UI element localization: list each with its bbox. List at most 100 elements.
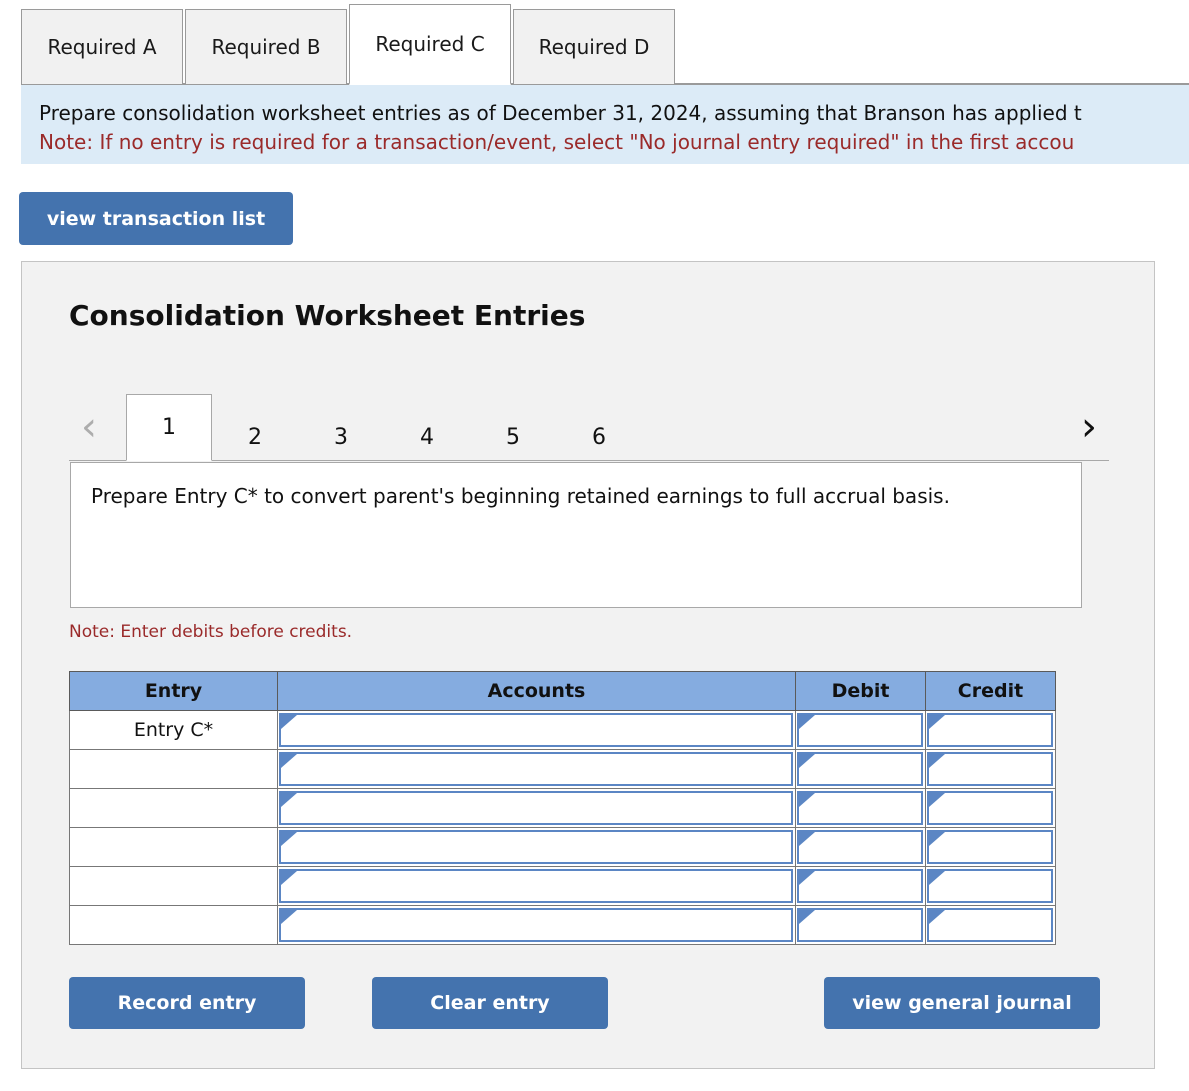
column-header-entry: Entry bbox=[69, 671, 278, 711]
record-entry-button[interactable]: Record entry bbox=[69, 977, 305, 1029]
question-box: Prepare Entry C* to convert parent's beg… bbox=[70, 462, 1082, 608]
account-select-2[interactable] bbox=[279, 752, 793, 786]
table-header-row: Entry Accounts Debit Credit bbox=[69, 671, 1056, 711]
dropdown-triangle-icon bbox=[929, 910, 945, 924]
account-select-4[interactable] bbox=[279, 830, 793, 864]
column-header-credit: Credit bbox=[925, 671, 1056, 711]
column-header-accounts: Accounts bbox=[277, 671, 796, 711]
dropdown-triangle-icon bbox=[929, 754, 945, 768]
account-select-cell[interactable] bbox=[277, 905, 796, 945]
pager-page-6-label: 6 bbox=[592, 424, 606, 450]
pager-number-list: 1 2 3 4 5 6 bbox=[126, 394, 642, 461]
page-title: Consolidation Worksheet Entries bbox=[69, 299, 586, 332]
table-row bbox=[69, 866, 1056, 906]
instruction-text: Prepare consolidation worksheet entries … bbox=[39, 101, 1082, 125]
dropdown-triangle-icon bbox=[281, 754, 297, 768]
debit-input-5[interactable] bbox=[797, 869, 923, 903]
clear-entry-button[interactable]: Clear entry bbox=[372, 977, 608, 1029]
debit-input-3[interactable] bbox=[797, 791, 923, 825]
page-root: Required A Required B Required C Require… bbox=[0, 0, 1189, 1091]
dropdown-triangle-icon bbox=[799, 793, 815, 807]
debit-input-2[interactable] bbox=[797, 752, 923, 786]
pager-page-5[interactable]: 5 bbox=[470, 413, 556, 461]
tab-required-d-label: Required D bbox=[538, 35, 650, 59]
debit-input-cell[interactable] bbox=[795, 866, 926, 906]
account-select-3[interactable] bbox=[279, 791, 793, 825]
pager-page-3-label: 3 bbox=[334, 424, 348, 450]
dropdown-triangle-icon bbox=[799, 910, 815, 924]
pager-page-5-label: 5 bbox=[506, 424, 520, 450]
tab-required-d[interactable]: Required D bbox=[513, 9, 675, 85]
dropdown-triangle-icon bbox=[281, 871, 297, 885]
pager-page-4-label: 4 bbox=[420, 424, 434, 450]
account-select-cell[interactable] bbox=[277, 866, 796, 906]
credit-input-cell[interactable] bbox=[925, 749, 1056, 789]
tab-required-a[interactable]: Required A bbox=[21, 9, 183, 85]
dropdown-triangle-icon bbox=[799, 832, 815, 846]
tab-required-b-label: Required B bbox=[211, 35, 321, 59]
entry-pager: ‹ 1 2 3 4 5 6 › bbox=[69, 394, 1109, 462]
requirement-tabs: Required A Required B Required C Require… bbox=[21, 4, 677, 85]
dropdown-triangle-icon bbox=[929, 793, 945, 807]
chevron-right-icon[interactable]: › bbox=[1069, 403, 1109, 451]
credit-input-2[interactable] bbox=[927, 752, 1053, 786]
entry-label-cell bbox=[69, 866, 278, 906]
debit-input-cell[interactable] bbox=[795, 749, 926, 789]
pager-page-2-label: 2 bbox=[248, 424, 262, 450]
credit-input-cell[interactable] bbox=[925, 866, 1056, 906]
credit-input-6[interactable] bbox=[927, 908, 1053, 942]
account-select-cell[interactable] bbox=[277, 749, 796, 789]
view-general-journal-button[interactable]: view general journal bbox=[824, 977, 1100, 1029]
debit-input-4[interactable] bbox=[797, 830, 923, 864]
credit-input-5[interactable] bbox=[927, 869, 1053, 903]
account-select-6[interactable] bbox=[279, 908, 793, 942]
debit-input-cell[interactable] bbox=[795, 905, 926, 945]
dropdown-triangle-icon bbox=[281, 832, 297, 846]
account-select-cell[interactable] bbox=[277, 710, 796, 750]
pager-page-1[interactable]: 1 bbox=[126, 394, 212, 461]
debit-input-cell[interactable] bbox=[795, 710, 926, 750]
debit-input-1[interactable] bbox=[797, 713, 923, 747]
entry-label-cell bbox=[69, 905, 278, 945]
credit-input-4[interactable] bbox=[927, 830, 1053, 864]
table-row bbox=[69, 827, 1056, 867]
pager-page-4[interactable]: 4 bbox=[384, 413, 470, 461]
debit-input-6[interactable] bbox=[797, 908, 923, 942]
pager-page-3[interactable]: 3 bbox=[298, 413, 384, 461]
table-row bbox=[69, 749, 1056, 789]
view-transaction-list-button[interactable]: view transaction list bbox=[19, 192, 293, 245]
entry-label-cell bbox=[69, 827, 278, 867]
account-select-cell[interactable] bbox=[277, 788, 796, 828]
credit-input-cell[interactable] bbox=[925, 827, 1056, 867]
credit-input-cell[interactable] bbox=[925, 788, 1056, 828]
debit-input-cell[interactable] bbox=[795, 788, 926, 828]
tab-required-c-label: Required C bbox=[375, 32, 485, 56]
credit-input-cell[interactable] bbox=[925, 905, 1056, 945]
chevron-right-glyph: › bbox=[1081, 404, 1097, 450]
pager-page-2[interactable]: 2 bbox=[212, 413, 298, 461]
credit-input-3[interactable] bbox=[927, 791, 1053, 825]
dropdown-triangle-icon bbox=[929, 871, 945, 885]
dropdown-triangle-icon bbox=[799, 754, 815, 768]
chevron-left-icon[interactable]: ‹ bbox=[69, 403, 109, 451]
instruction-note: Note: If no entry is required for a tran… bbox=[39, 130, 1075, 154]
question-text: Prepare Entry C* to convert parent's beg… bbox=[91, 484, 950, 508]
dropdown-triangle-icon bbox=[281, 793, 297, 807]
credit-input-cell[interactable] bbox=[925, 710, 1056, 750]
entry-label-cell bbox=[69, 788, 278, 828]
column-header-debit: Debit bbox=[795, 671, 926, 711]
dropdown-triangle-icon bbox=[929, 832, 945, 846]
credit-input-1[interactable] bbox=[927, 713, 1053, 747]
debit-input-cell[interactable] bbox=[795, 827, 926, 867]
tab-required-b[interactable]: Required B bbox=[185, 9, 347, 85]
tab-required-a-label: Required A bbox=[47, 35, 157, 59]
account-select-cell[interactable] bbox=[277, 827, 796, 867]
dropdown-triangle-icon bbox=[281, 715, 297, 729]
account-select-5[interactable] bbox=[279, 869, 793, 903]
pager-page-1-label: 1 bbox=[162, 415, 176, 440]
tab-required-c[interactable]: Required C bbox=[349, 4, 511, 85]
pager-page-6[interactable]: 6 bbox=[556, 413, 642, 461]
dropdown-triangle-icon bbox=[281, 910, 297, 924]
account-select-1[interactable] bbox=[279, 713, 793, 747]
consolidation-worksheet-panel: Consolidation Worksheet Entries ‹ 1 2 3 … bbox=[21, 261, 1155, 1069]
